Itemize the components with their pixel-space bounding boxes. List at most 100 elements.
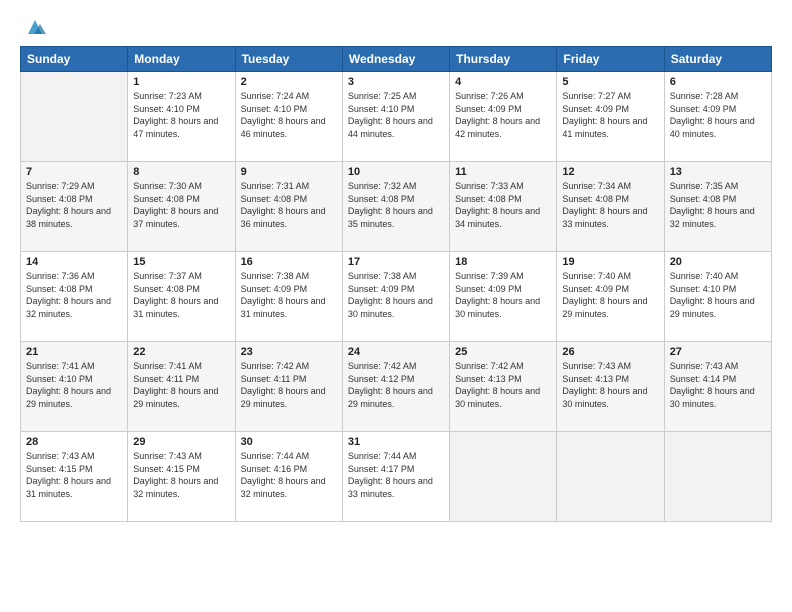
day-cell: 6 Sunrise: 7:28 AMSunset: 4:09 PMDaylight… (664, 72, 771, 162)
cell-content: Sunrise: 7:43 AMSunset: 4:15 PMDaylight:… (133, 450, 229, 500)
cell-content: Sunrise: 7:42 AMSunset: 4:11 PMDaylight:… (241, 360, 337, 410)
day-number: 9 (241, 166, 337, 178)
cell-content: Sunrise: 7:24 AMSunset: 4:10 PMDaylight:… (241, 90, 337, 140)
weekday-header-friday: Friday (557, 47, 664, 72)
day-cell: 28 Sunrise: 7:43 AMSunset: 4:15 PMDayligh… (21, 432, 128, 522)
day-cell: 4 Sunrise: 7:26 AMSunset: 4:09 PMDaylight… (450, 72, 557, 162)
day-cell: 16 Sunrise: 7:38 AMSunset: 4:09 PMDayligh… (235, 252, 342, 342)
cell-content: Sunrise: 7:43 AMSunset: 4:13 PMDaylight:… (562, 360, 658, 410)
day-cell: 21 Sunrise: 7:41 AMSunset: 4:10 PMDayligh… (21, 342, 128, 432)
day-number: 18 (455, 256, 551, 268)
day-cell: 26 Sunrise: 7:43 AMSunset: 4:13 PMDayligh… (557, 342, 664, 432)
logo (20, 18, 46, 38)
day-cell: 20 Sunrise: 7:40 AMSunset: 4:10 PMDayligh… (664, 252, 771, 342)
week-row-2: 7 Sunrise: 7:29 AMSunset: 4:08 PMDaylight… (21, 162, 772, 252)
day-cell: 8 Sunrise: 7:30 AMSunset: 4:08 PMDaylight… (128, 162, 235, 252)
day-cell: 11Sunrise: 7:33 AMSunset: 4:08 PMDayligh… (450, 162, 557, 252)
day-cell: 5Sunrise: 7:27 AMSunset: 4:09 PMDaylight… (557, 72, 664, 162)
header (20, 18, 772, 38)
day-number: 21 (26, 346, 122, 358)
day-number: 10 (348, 166, 444, 178)
cell-content: Sunrise: 7:40 AMSunset: 4:10 PMDaylight:… (670, 270, 766, 320)
day-cell: 29 Sunrise: 7:43 AMSunset: 4:15 PMDayligh… (128, 432, 235, 522)
cell-content: Sunrise: 7:29 AMSunset: 4:08 PMDaylight:… (26, 180, 122, 230)
day-cell: 17Sunrise: 7:38 AMSunset: 4:09 PMDayligh… (342, 252, 449, 342)
cell-content: Sunrise: 7:37 AMSunset: 4:08 PMDaylight:… (133, 270, 229, 320)
day-number: 29 (133, 436, 229, 448)
day-number: 17 (348, 256, 444, 268)
day-cell: 1Sunrise: 7:23 AMSunset: 4:10 PMDaylight… (128, 72, 235, 162)
weekday-header-monday: Monday (128, 47, 235, 72)
cell-content: Sunrise: 7:44 AMSunset: 4:16 PMDaylight:… (241, 450, 337, 500)
weekday-header-wednesday: Wednesday (342, 47, 449, 72)
cell-content: Sunrise: 7:26 AMSunset: 4:09 PMDaylight:… (455, 90, 551, 140)
day-number: 12 (562, 166, 658, 178)
day-number: 16 (241, 256, 337, 268)
day-number: 6 (670, 76, 766, 88)
day-number: 19 (562, 256, 658, 268)
calendar-table: SundayMondayTuesdayWednesdayThursdayFrid… (20, 46, 772, 522)
page: SundayMondayTuesdayWednesdayThursdayFrid… (0, 0, 792, 612)
day-cell: 30Sunrise: 7:44 AMSunset: 4:16 PMDayligh… (235, 432, 342, 522)
day-cell: 24Sunrise: 7:42 AMSunset: 4:12 PMDayligh… (342, 342, 449, 432)
cell-content: Sunrise: 7:41 AMSunset: 4:10 PMDaylight:… (26, 360, 122, 410)
cell-content: Sunrise: 7:38 AMSunset: 4:09 PMDaylight:… (241, 270, 337, 320)
cell-content: Sunrise: 7:28 AMSunset: 4:09 PMDaylight:… (670, 90, 766, 140)
week-row-4: 21 Sunrise: 7:41 AMSunset: 4:10 PMDayligh… (21, 342, 772, 432)
cell-content: Sunrise: 7:44 AMSunset: 4:17 PMDaylight:… (348, 450, 444, 500)
day-cell (21, 72, 128, 162)
day-number: 7 (26, 166, 122, 178)
day-cell: 22 Sunrise: 7:41 AMSunset: 4:11 PMDayligh… (128, 342, 235, 432)
day-cell: 25Sunrise: 7:42 AMSunset: 4:13 PMDayligh… (450, 342, 557, 432)
day-cell: 2 Sunrise: 7:24 AMSunset: 4:10 PMDaylight… (235, 72, 342, 162)
cell-content: Sunrise: 7:31 AMSunset: 4:08 PMDaylight:… (241, 180, 337, 230)
day-cell: 7 Sunrise: 7:29 AMSunset: 4:08 PMDaylight… (21, 162, 128, 252)
day-number: 8 (133, 166, 229, 178)
cell-content: Sunrise: 7:41 AMSunset: 4:11 PMDaylight:… (133, 360, 229, 410)
day-cell (557, 432, 664, 522)
day-number: 27 (670, 346, 766, 358)
day-cell: 3 Sunrise: 7:25 AMSunset: 4:10 PMDaylight… (342, 72, 449, 162)
cell-content: Sunrise: 7:30 AMSunset: 4:08 PMDaylight:… (133, 180, 229, 230)
day-cell: 12 Sunrise: 7:34 AMSunset: 4:08 PMDayligh… (557, 162, 664, 252)
day-number: 31 (348, 436, 444, 448)
day-cell: 13 Sunrise: 7:35 AMSunset: 4:08 PMDayligh… (664, 162, 771, 252)
cell-content: Sunrise: 7:43 AMSunset: 4:15 PMDaylight:… (26, 450, 122, 500)
cell-content: Sunrise: 7:35 AMSunset: 4:08 PMDaylight:… (670, 180, 766, 230)
day-number: 22 (133, 346, 229, 358)
cell-content: Sunrise: 7:25 AMSunset: 4:10 PMDaylight:… (348, 90, 444, 140)
day-number: 13 (670, 166, 766, 178)
cell-content: Sunrise: 7:39 AMSunset: 4:09 PMDaylight:… (455, 270, 551, 320)
day-number: 15 (133, 256, 229, 268)
day-number: 2 (241, 76, 337, 88)
day-cell: 31 Sunrise: 7:44 AMSunset: 4:17 PMDayligh… (342, 432, 449, 522)
day-number: 11 (455, 166, 551, 178)
day-number: 14 (26, 256, 122, 268)
day-cell (664, 432, 771, 522)
weekday-header-thursday: Thursday (450, 47, 557, 72)
cell-content: Sunrise: 7:40 AMSunset: 4:09 PMDaylight:… (562, 270, 658, 320)
weekday-header-tuesday: Tuesday (235, 47, 342, 72)
day-number: 25 (455, 346, 551, 358)
day-cell: 10 Sunrise: 7:32 AMSunset: 4:08 PMDayligh… (342, 162, 449, 252)
day-cell (450, 432, 557, 522)
day-number: 20 (670, 256, 766, 268)
week-row-1: 1Sunrise: 7:23 AMSunset: 4:10 PMDaylight… (21, 72, 772, 162)
day-cell: 19 Sunrise: 7:40 AMSunset: 4:09 PMDayligh… (557, 252, 664, 342)
day-number: 5 (562, 76, 658, 88)
week-row-3: 14 Sunrise: 7:36 AMSunset: 4:08 PMDayligh… (21, 252, 772, 342)
cell-content: Sunrise: 7:34 AMSunset: 4:08 PMDaylight:… (562, 180, 658, 230)
day-cell: 18 Sunrise: 7:39 AMSunset: 4:09 PMDayligh… (450, 252, 557, 342)
cell-content: Sunrise: 7:36 AMSunset: 4:08 PMDaylight:… (26, 270, 122, 320)
day-number: 4 (455, 76, 551, 88)
cell-content: Sunrise: 7:32 AMSunset: 4:08 PMDaylight:… (348, 180, 444, 230)
day-cell: 14 Sunrise: 7:36 AMSunset: 4:08 PMDayligh… (21, 252, 128, 342)
day-number: 3 (348, 76, 444, 88)
day-number: 26 (562, 346, 658, 358)
day-number: 23 (241, 346, 337, 358)
cell-content: Sunrise: 7:42 AMSunset: 4:12 PMDaylight:… (348, 360, 444, 410)
weekday-header-sunday: Sunday (21, 47, 128, 72)
day-cell: 15 Sunrise: 7:37 AMSunset: 4:08 PMDayligh… (128, 252, 235, 342)
day-cell: 27Sunrise: 7:43 AMSunset: 4:14 PMDayligh… (664, 342, 771, 432)
day-number: 28 (26, 436, 122, 448)
